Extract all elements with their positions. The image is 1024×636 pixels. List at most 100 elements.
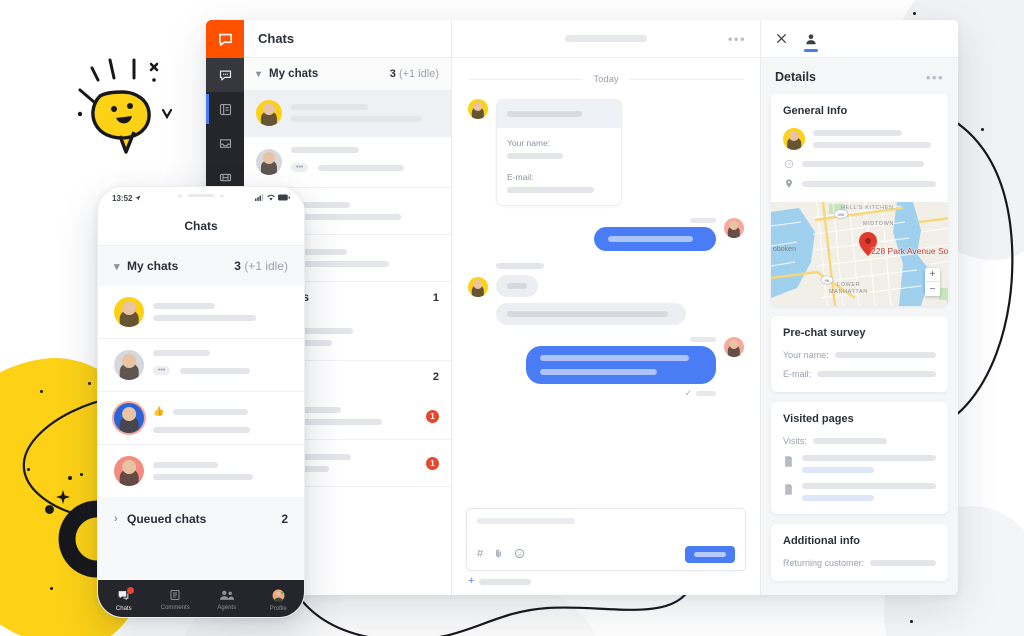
visited-page-item[interactable] bbox=[783, 483, 936, 501]
location-map[interactable]: 495 9A HELL'S KITCHEN MIDTOWN oboken LOW… bbox=[771, 202, 948, 306]
page-document-icon bbox=[783, 456, 794, 467]
details-title: Details bbox=[775, 70, 816, 84]
map-zoom-controls[interactable]: + − bbox=[925, 268, 940, 296]
section-count: 3 (+1 idle) bbox=[389, 68, 439, 80]
profile-nav-icon bbox=[253, 589, 305, 604]
more-horizontal-icon[interactable]: ••• bbox=[728, 32, 746, 45]
decorative-dot bbox=[50, 587, 53, 590]
message-outgoing bbox=[468, 218, 744, 251]
phone-chat-item[interactable] bbox=[98, 445, 304, 497]
map-address-label: 228 Park Avenue South bbox=[871, 246, 948, 256]
rail-item-tickets[interactable] bbox=[206, 92, 244, 126]
chevron-down-icon: ▾ bbox=[114, 260, 120, 273]
cellular-signal-icon bbox=[255, 193, 264, 203]
message-composer[interactable]: # bbox=[466, 508, 746, 571]
visited-page-item[interactable] bbox=[783, 455, 936, 473]
phone-section-queued-chats[interactable]: › Queued chats 2 bbox=[98, 497, 304, 541]
chat-list-item[interactable] bbox=[244, 90, 451, 137]
additional-field: Returning customer: bbox=[783, 558, 936, 568]
mobile-app-mockup: 13:52 Chats ▾ My chats 3 (+1 idle) ••• 👍… bbox=[97, 186, 305, 618]
message-bubble-outgoing bbox=[594, 227, 716, 251]
card-title: Visited pages bbox=[783, 413, 854, 425]
survey-field-label: Your name: bbox=[783, 350, 829, 360]
visits-label: Visits: bbox=[783, 436, 807, 446]
send-button[interactable] bbox=[685, 546, 735, 563]
battery-icon bbox=[278, 194, 290, 203]
hash-canned-response-icon[interactable]: # bbox=[477, 549, 483, 560]
decorative-dot bbox=[80, 473, 83, 476]
chat-item-preview bbox=[153, 462, 288, 480]
more-horizontal-icon[interactable]: ••• bbox=[926, 71, 944, 84]
map-zoom-in-button[interactable]: + bbox=[925, 268, 940, 282]
location-arrow-icon bbox=[135, 194, 141, 203]
survey-field: Your name: bbox=[783, 350, 936, 360]
decorative-dot bbox=[40, 390, 43, 393]
wifi-icon bbox=[267, 194, 275, 203]
survey-email-label: E-mail: bbox=[507, 172, 534, 182]
chats-nav-icon bbox=[98, 589, 150, 604]
comments-nav-icon bbox=[150, 589, 202, 603]
additional-field-label: Returning customer: bbox=[783, 558, 865, 568]
phone-notch bbox=[157, 187, 245, 204]
card-title: Additional info bbox=[783, 535, 860, 547]
plus-icon[interactable]: + bbox=[468, 576, 474, 587]
avatar bbox=[114, 456, 144, 486]
decorative-dot bbox=[88, 382, 91, 385]
pre-chat-survey-card: Pre-chat survey Your name: E-mail: bbox=[771, 316, 948, 392]
livechat-logo-icon[interactable] bbox=[206, 20, 244, 58]
chat-item-preview: ••• bbox=[291, 147, 439, 177]
phone-page-title: Chats bbox=[98, 209, 304, 246]
card-title: General Info bbox=[783, 105, 848, 117]
nav-item-profile[interactable]: Profile bbox=[253, 589, 305, 612]
nav-item-comments[interactable]: Comments bbox=[150, 589, 202, 611]
archives-inbox-icon bbox=[219, 138, 231, 148]
phone-status-bar: 13:52 bbox=[98, 187, 304, 209]
survey-card-header bbox=[497, 100, 621, 128]
phone-chat-item[interactable] bbox=[98, 286, 304, 339]
avatar bbox=[468, 277, 488, 297]
section-my-chats[interactable]: ▾ My chats 3 (+1 idle) bbox=[244, 58, 451, 90]
rail-item-chats[interactable] bbox=[206, 58, 244, 92]
decorative-star bbox=[56, 490, 70, 504]
map-label: LOWER bbox=[837, 282, 861, 288]
decorative-dot bbox=[68, 476, 72, 480]
chat-bubble-icon bbox=[219, 70, 231, 80]
general-info-row bbox=[783, 128, 936, 150]
chat-item-preview: ••• bbox=[153, 350, 288, 380]
avatar bbox=[114, 403, 144, 433]
chat-list-item[interactable]: ••• bbox=[244, 137, 451, 188]
person-profile-icon[interactable] bbox=[804, 20, 818, 58]
visits-row: Visits: bbox=[783, 436, 936, 446]
phone-chat-item[interactable]: 👍 bbox=[98, 392, 304, 445]
composer-input-placeholder[interactable] bbox=[477, 518, 576, 524]
map-label: MANHATTAN bbox=[829, 289, 868, 295]
survey-field-label: E-mail: bbox=[783, 369, 812, 379]
message-timestamp-placeholder bbox=[690, 218, 716, 223]
phone-section-my-chats[interactable]: ▾ My chats 3 (+1 idle) bbox=[98, 246, 304, 286]
nav-item-agents[interactable]: Agents bbox=[201, 589, 253, 611]
avatar bbox=[724, 337, 744, 357]
visited-pages-card: Visited pages Visits: bbox=[771, 402, 948, 514]
avatar bbox=[114, 297, 144, 327]
general-info-card: General Info 495 9A HELL'S KITCHEN MIDTO… bbox=[771, 94, 948, 306]
paperclip-attachment-icon[interactable] bbox=[494, 548, 503, 562]
conversation-title-placeholder bbox=[565, 35, 647, 42]
unread-badge: 1 bbox=[426, 456, 439, 470]
message-timestamp-placeholder bbox=[690, 337, 716, 342]
chat-item-preview bbox=[153, 303, 288, 321]
phone-chat-item[interactable]: ••• bbox=[98, 339, 304, 392]
chat-item-preview bbox=[291, 407, 417, 425]
map-zoom-out-button[interactable]: − bbox=[925, 282, 940, 296]
thumbs-up-reaction-icon: 👍 bbox=[153, 406, 165, 417]
day-divider-label: Today bbox=[593, 74, 619, 85]
rail-item-archives[interactable] bbox=[206, 126, 244, 160]
emoji-smiley-icon[interactable] bbox=[514, 548, 525, 562]
section-count: 1 bbox=[432, 292, 439, 304]
conversation-panel: ••• Today Your name: E-mail: ✓ # + bbox=[452, 20, 760, 595]
composer-footer: + bbox=[466, 571, 746, 587]
message-outgoing: ✓ bbox=[468, 337, 744, 399]
check-mark-icon: ✓ bbox=[684, 388, 692, 398]
nav-item-chats[interactable]: Chats bbox=[98, 586, 150, 612]
close-x-icon[interactable] bbox=[775, 20, 788, 58]
phone-bottom-nav: Chats Comments Agents Profile bbox=[98, 580, 305, 617]
